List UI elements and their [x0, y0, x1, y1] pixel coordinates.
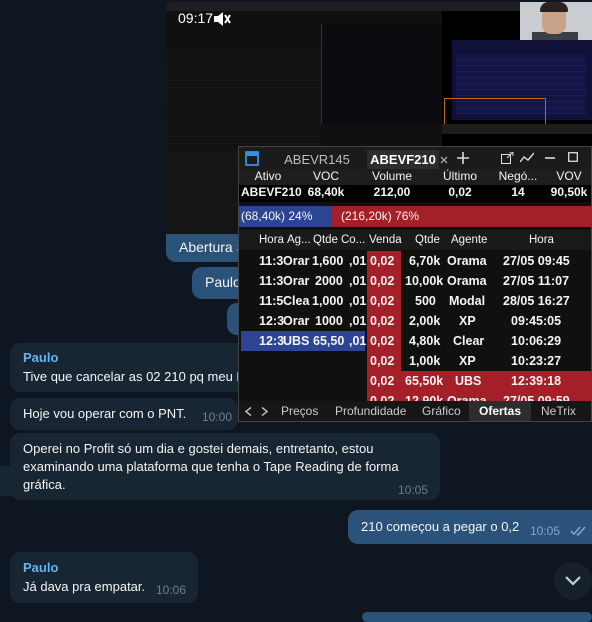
message-time: 10:05 — [398, 483, 429, 497]
tab-precos[interactable]: Preços — [281, 401, 318, 421]
offer-book[interactable]: 11:3 Orar 1,600 ,01 0,02 6,70k Orama 27/… — [239, 251, 591, 401]
plus-icon[interactable] — [457, 152, 469, 164]
chevron-down-icon — [565, 576, 581, 586]
message-text: Operei no Profit só um dia e gostei dema… — [23, 441, 374, 456]
close-tab-icon[interactable] — [440, 156, 448, 164]
volume-icon — [214, 12, 231, 26]
book-row[interactable]: 0,02 1,00k XP 10:23:27 — [239, 351, 591, 371]
book-panel-image — [321, 24, 442, 124]
tab-abevr145[interactable]: ABEVR145 — [281, 150, 353, 169]
incoming-message[interactable]: Paulo Já dava pra empatar. 10:06 — [10, 552, 198, 603]
message-text: Hoje vou operar com o PNT. — [23, 406, 187, 421]
quote-values: ABEVF210 68,40k 212,00 0,02 14 90,50k — [239, 185, 591, 202]
outgoing-message[interactable]: 210 começou a pegar o 0,2 10:05 — [348, 510, 592, 544]
bookmark-icon[interactable] — [245, 151, 259, 166]
incoming-message[interactable]: Operei no Profit só um dia e gostei dema… — [10, 433, 440, 500]
tab-netrix[interactable]: NeTrix — [541, 401, 576, 421]
book-row[interactable]: 0,02 12,90k Orama 27/05 09:59 — [239, 391, 591, 401]
message-time: 10:06 — [156, 583, 187, 597]
maximize-icon[interactable] — [568, 152, 578, 162]
chart-icon[interactable] — [520, 152, 534, 164]
book-row[interactable]: 12:3 Orar 1000 ,01 0,02 2,00k XP 09:45:0… — [239, 311, 591, 331]
tab-grafico[interactable]: Gráfico — [422, 401, 461, 421]
buy-pressure-bar: (68,40k) 24% — [239, 206, 331, 227]
bottom-tabs: Preços Profundidade Gráfico Ofertas NeTr… — [239, 401, 591, 421]
tab-ofertas[interactable]: Ofertas — [469, 401, 531, 421]
message-text: examinando uma plataforma que tenha o Ta… — [23, 459, 399, 474]
minimize-icon[interactable] — [545, 157, 555, 159]
incoming-message[interactable]: Hoje vou operar com o PNT. 10:00 — [10, 398, 238, 430]
message-text: gráfica. — [23, 477, 66, 492]
quote-table-image — [166, 46, 321, 152]
message-time: 10:00 — [202, 410, 233, 424]
tab-profundidade[interactable]: Profundidade — [335, 401, 406, 421]
tab-strip-image — [442, 124, 592, 134]
message-text: Já dava pra empatar. — [23, 579, 146, 594]
book-header: Hora Ag... Qtde Co... Venda Qtde Agente … — [239, 230, 591, 250]
tab-abevf210[interactable]: ABEVF210 — [367, 150, 439, 169]
outgoing-message[interactable] — [362, 612, 592, 622]
message-text: Tive que cancelar as 02 210 pq meu P — [23, 369, 246, 384]
arrow-left-icon[interactable] — [245, 407, 252, 416]
book-row[interactable]: 11:3 Orar 2000 ,01 0,02 10,00k Orama 27/… — [239, 271, 591, 291]
double-check-icon — [570, 526, 586, 536]
offers-window[interactable]: ABEVR145 ABEVF210 Ativo VOC Volume Últim… — [238, 146, 592, 422]
scroll-down-button[interactable] — [554, 562, 592, 600]
quote-header: Ativo VOC Volume Último Negó... VOV — [239, 169, 591, 185]
sender-name[interactable]: Paulo — [23, 560, 58, 575]
popout-icon[interactable] — [501, 152, 514, 164]
window-titlebar[interactable]: ABEVR145 ABEVF210 — [239, 147, 591, 169]
book-row[interactable]: 11:3 Orar 1,600 ,01 0,02 6,70k Orama 27/… — [239, 251, 591, 271]
message-time: 10:05 — [530, 524, 561, 538]
message-text: 210 começou a pegar o 0,2 — [361, 519, 520, 534]
arrow-right-icon[interactable] — [261, 407, 268, 416]
webcam-overlay — [520, 2, 592, 40]
book-row[interactable]: 0,02 65,50k UBS 12:39:18 — [239, 371, 591, 391]
sender-name[interactable]: Paulo — [23, 350, 58, 365]
book-row[interactable]: 11:5 Clea 1,000 ,01 0,02 500 Modal 28/05… — [239, 291, 591, 311]
book-row[interactable]: 12:3 UBS 65,50 ,01 0,02 4,80k Clear 10:0… — [239, 331, 591, 351]
screenshot-time: 09:17 — [178, 10, 214, 26]
incoming-message[interactable]: Paulo Tive que cancelar as 02 210 pq meu… — [10, 343, 250, 392]
sell-pressure-bar: (216,20k) 76% — [331, 206, 591, 227]
incoming-message[interactable] — [0, 466, 14, 496]
